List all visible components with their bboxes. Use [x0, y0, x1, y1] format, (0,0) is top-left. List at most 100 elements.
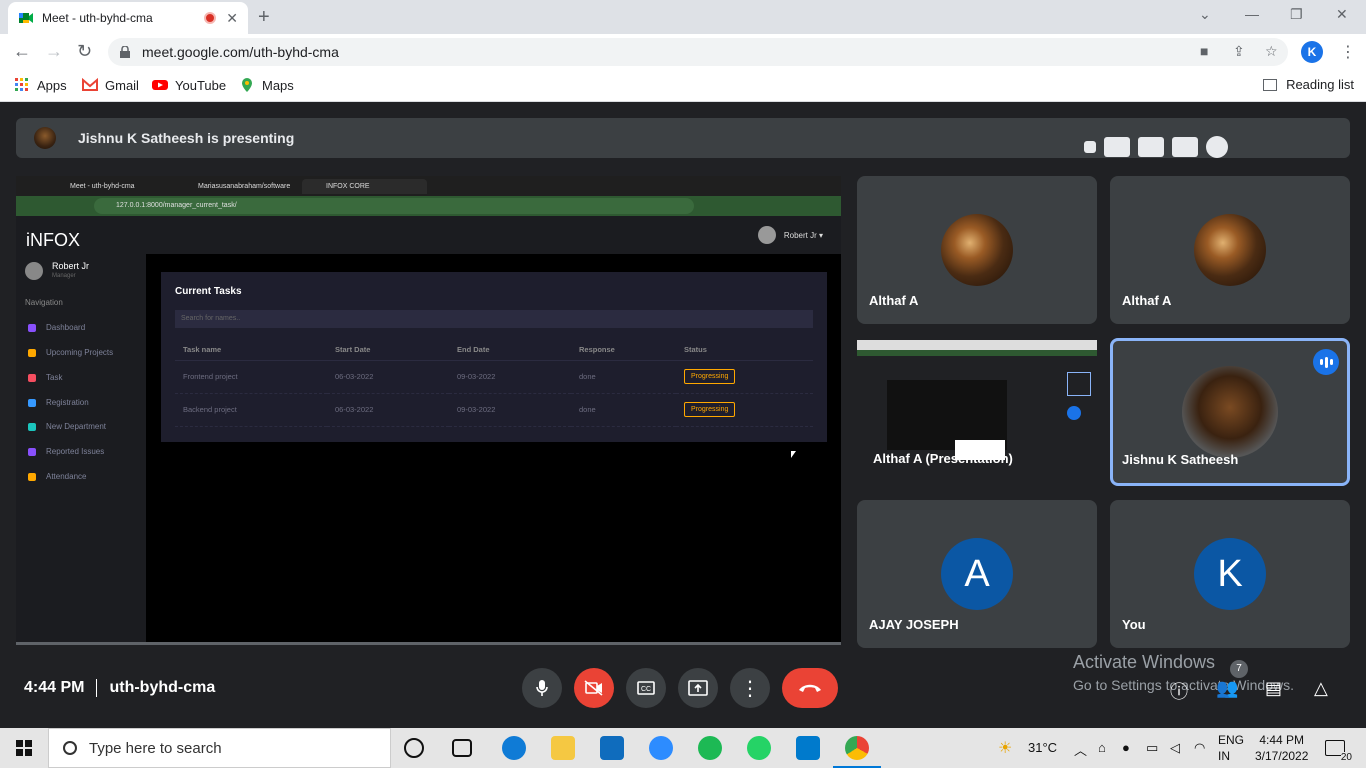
tray-chevron-icon[interactable]: ︿ — [1074, 740, 1087, 759]
bookmark-apps[interactable]: Apps — [14, 77, 67, 93]
people-icon[interactable]: 👥 — [1216, 678, 1238, 699]
table-cell: Backend project — [175, 393, 327, 427]
mail-icon[interactable] — [600, 736, 624, 760]
participant-tile-active-speaker[interactable]: Jishnu K Satheesh — [1110, 338, 1350, 486]
task-view-icon[interactable] — [452, 739, 472, 757]
forward-button[interactable]: → — [45, 41, 63, 62]
profile-avatar[interactable]: K — [1301, 41, 1323, 63]
bookmark-gmail[interactable]: Gmail — [82, 77, 139, 93]
camera-off-icon — [584, 680, 603, 696]
camera-in-use-icon[interactable]: ■ — [1200, 43, 1208, 59]
shared-tab-active: INFOX CORE — [302, 179, 427, 194]
microphone-button[interactable] — [522, 668, 562, 708]
present-now-button[interactable] — [678, 668, 718, 708]
edge-icon[interactable] — [502, 736, 526, 760]
system-clock[interactable]: 4:44 PM 3/17/2022 — [1255, 732, 1308, 764]
restore-button[interactable]: ❐ — [1290, 6, 1303, 23]
captions-icon: CC — [637, 681, 655, 695]
hang-up-icon — [799, 684, 821, 692]
microphone-tray-icon[interactable]: ● — [1122, 740, 1130, 755]
back-button[interactable]: ← — [13, 41, 31, 62]
spotify-icon[interactable] — [698, 736, 722, 760]
topbar-avatar — [757, 226, 776, 244]
shared-url-bar: 127.0.0.1:8000/manager_current_task/ — [16, 196, 841, 216]
chrome-icon[interactable] — [845, 736, 869, 760]
pin-icon[interactable] — [1084, 141, 1096, 153]
captions-button[interactable]: CC — [626, 668, 666, 708]
temperature[interactable]: 31°C — [1028, 740, 1057, 755]
shared-tab: Meet - uth-byhd-cma — [70, 183, 135, 190]
address-bar[interactable]: meet.google.com/uth-byhd-cma — [108, 38, 1288, 66]
zoom-icon[interactable] — [649, 736, 673, 760]
camera-off-button[interactable] — [574, 668, 614, 708]
close-window-button[interactable]: ✕ — [1336, 6, 1348, 23]
bookmark-youtube[interactable]: YouTube — [152, 77, 226, 93]
lock-icon — [120, 46, 130, 58]
meeting-details-icon[interactable]: ⓘ — [1170, 678, 1188, 704]
shared-tab: Mariasusanabraham/software — [198, 183, 291, 190]
participant-tile-self[interactable]: K You — [1110, 500, 1350, 648]
task-icon — [28, 373, 36, 382]
participant-photo — [1182, 366, 1278, 458]
leave-call-button[interactable] — [782, 668, 838, 708]
notifications-icon[interactable]: 20 — [1325, 740, 1352, 763]
video-camera-icon[interactable] — [1138, 137, 1164, 157]
input-language[interactable]: ENG IN — [1218, 732, 1244, 764]
more-options-button[interactable]: ⋮ — [730, 668, 770, 708]
table-cell: done — [571, 393, 676, 427]
chrome-menu-icon[interactable]: ⋮ — [1340, 42, 1356, 62]
participant-photo — [1194, 214, 1266, 286]
shared-nav-item: New Department — [28, 422, 106, 431]
new-tab-button[interactable]: + — [258, 6, 270, 29]
youtube-icon — [152, 80, 168, 90]
file-explorer-icon[interactable] — [551, 736, 575, 760]
shared-user-avatar — [25, 262, 43, 280]
reading-list-button[interactable]: Reading list — [1263, 77, 1354, 92]
taskbar-search-box[interactable]: Type here to search — [48, 728, 391, 768]
reading-list-icon — [1263, 78, 1278, 91]
table-cell: Frontend project — [175, 360, 327, 394]
network-icon[interactable]: ⌂ — [1098, 740, 1106, 755]
shared-topbar: Robert Jr ▾ — [146, 216, 841, 254]
column-header: Response — [571, 340, 676, 361]
activities-icon[interactable]: △ — [1314, 678, 1328, 699]
vscode-icon[interactable] — [796, 736, 820, 760]
tab-search-icon[interactable]: ⌄ — [1199, 6, 1211, 23]
participant-photo — [941, 214, 1013, 286]
wifi-icon[interactable]: ◠ — [1194, 740, 1205, 756]
close-tab-icon[interactable]: ✕ — [226, 10, 238, 27]
shared-nav-item: Registration — [28, 398, 89, 407]
windows-start-icon[interactable] — [16, 740, 32, 756]
meeting-info: 4:44 PM uth-byhd-cma — [24, 679, 215, 697]
shared-sidebar: iNFOX Robert Jr Manager Navigation Dashb… — [16, 216, 146, 642]
browser-tab-meet[interactable]: Meet - uth-byhd-cma ✕ — [8, 2, 248, 34]
language-region: IN — [1218, 749, 1230, 763]
microphone-icon — [536, 680, 548, 696]
attendance-icon — [28, 472, 36, 481]
bookmark-star-icon[interactable]: ☆ — [1265, 43, 1278, 60]
reload-button[interactable]: ↻ — [77, 41, 92, 62]
weather-icon[interactable]: ☀ — [998, 738, 1012, 758]
participant-tile[interactable]: A AJAY JOSEPH — [857, 500, 1097, 648]
presentation-tile[interactable]: Althaf A (Presentation) — [857, 340, 1097, 482]
participant-name: You — [1122, 617, 1146, 632]
image-gallery-icon[interactable] — [1172, 137, 1198, 157]
bookmark-maps[interactable]: Maps — [239, 77, 294, 93]
participant-tile[interactable]: Althaf A — [1110, 176, 1350, 324]
screenshot-camera-icon[interactable] — [1104, 137, 1130, 157]
whatsapp-icon[interactable] — [747, 736, 771, 760]
participant-tile[interactable]: Althaf A — [857, 176, 1097, 324]
share-icon[interactable]: ⇪ — [1233, 43, 1245, 60]
shared-nav-item: Upcoming Projects — [28, 348, 113, 357]
volume-icon[interactable]: ◁ — [1170, 740, 1180, 756]
presenter-avatar — [34, 127, 56, 149]
taskbar-search-placeholder: Type here to search — [89, 739, 222, 757]
cortana-icon[interactable] — [404, 738, 424, 758]
minimize-button[interactable]: — — [1245, 6, 1259, 22]
settings-gear-icon[interactable] — [1206, 136, 1228, 158]
mouse-cursor-icon — [791, 451, 796, 458]
chat-icon[interactable]: ▤ — [1265, 678, 1282, 699]
apps-grid-icon — [15, 78, 28, 91]
participant-initial-avatar: A — [941, 538, 1013, 610]
battery-icon[interactable]: ▭ — [1146, 740, 1158, 756]
